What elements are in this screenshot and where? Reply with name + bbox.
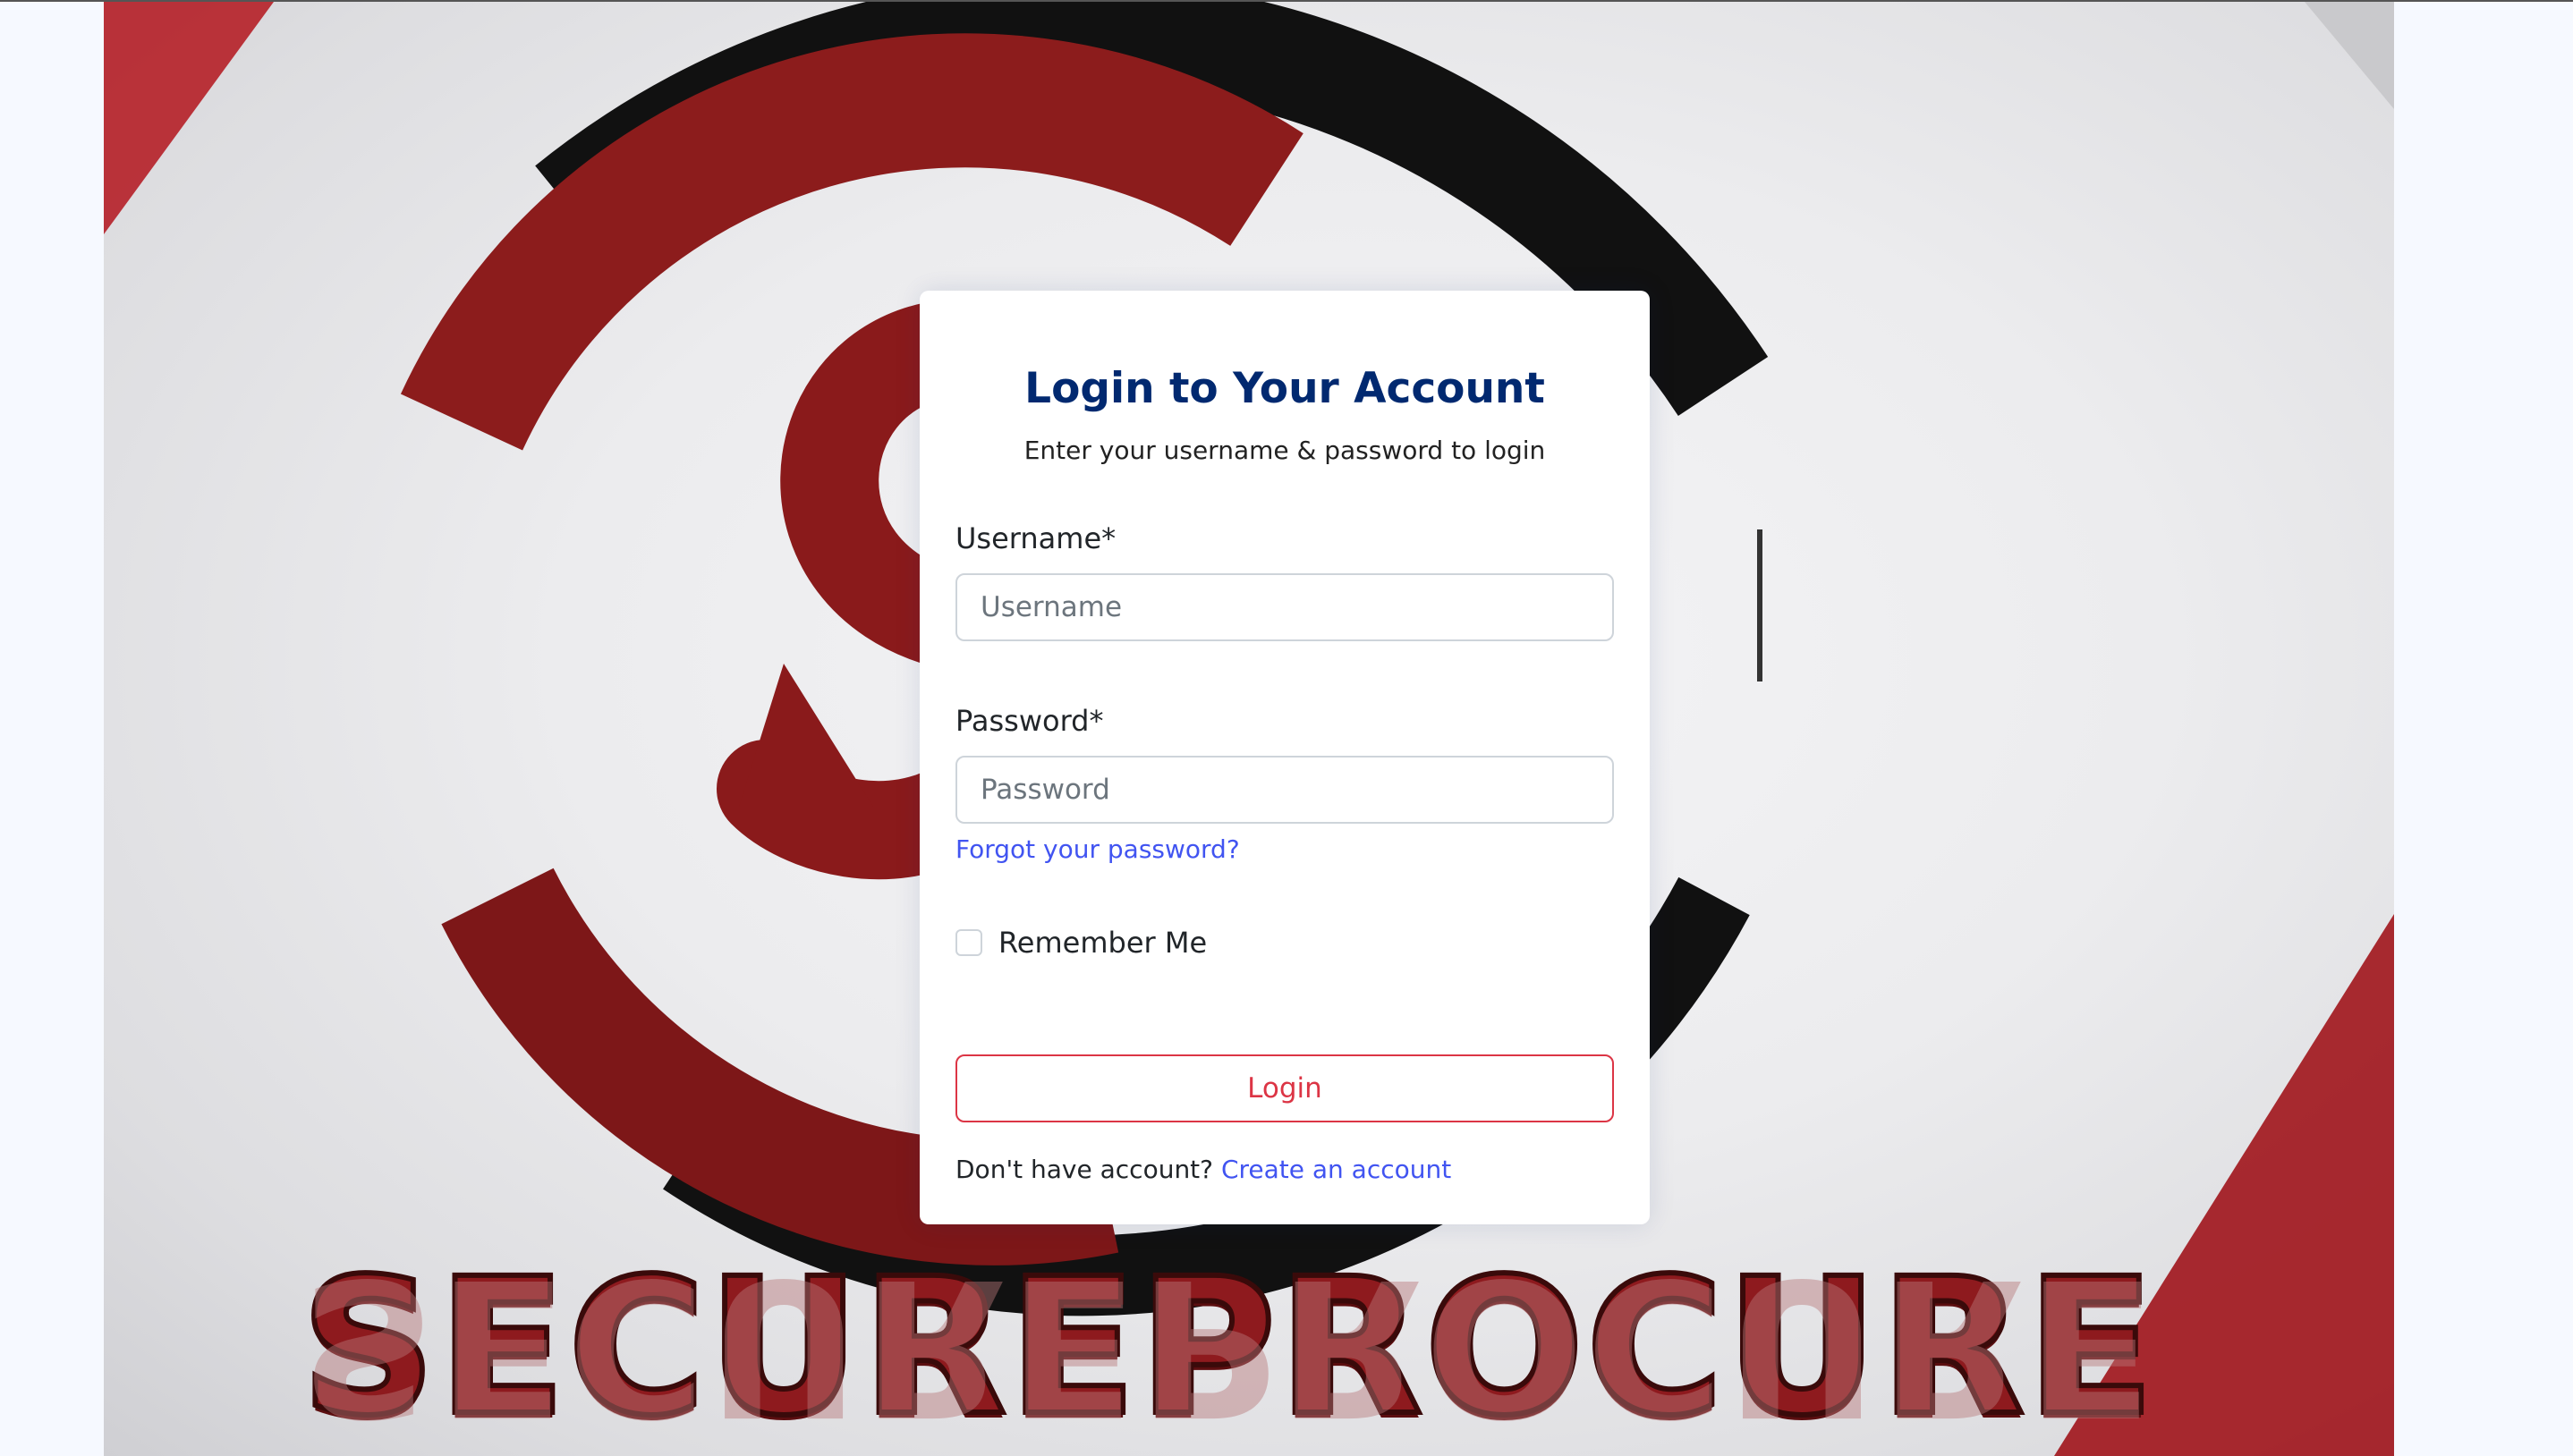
forgot-password-link[interactable]: Forgot your password? — [955, 834, 1240, 864]
remember-me-checkbox[interactable] — [955, 929, 982, 956]
login-button[interactable]: Login — [955, 1054, 1614, 1122]
brand-wordmark-reflection: SECUREPROCURE — [301, 1237, 2157, 1456]
signup-prompt-line: Don't have account? Create an account — [955, 1155, 1451, 1184]
login-card: Login to Your Account Enter your usernam… — [920, 291, 1650, 1224]
remember-me-label[interactable]: Remember Me — [998, 926, 1207, 960]
password-label: Password* — [955, 704, 1104, 738]
login-title: Login to Your Account — [1024, 364, 1545, 413]
create-account-link[interactable]: Create an account — [1221, 1155, 1451, 1184]
password-input[interactable] — [955, 756, 1614, 824]
signup-prompt-text: Don't have account? — [955, 1155, 1221, 1184]
login-subtitle: Enter your username & password to login — [1023, 436, 1546, 465]
remember-me-row[interactable]: Remember Me — [955, 926, 1207, 960]
username-input[interactable] — [955, 573, 1614, 641]
username-label: Username* — [955, 521, 1117, 555]
